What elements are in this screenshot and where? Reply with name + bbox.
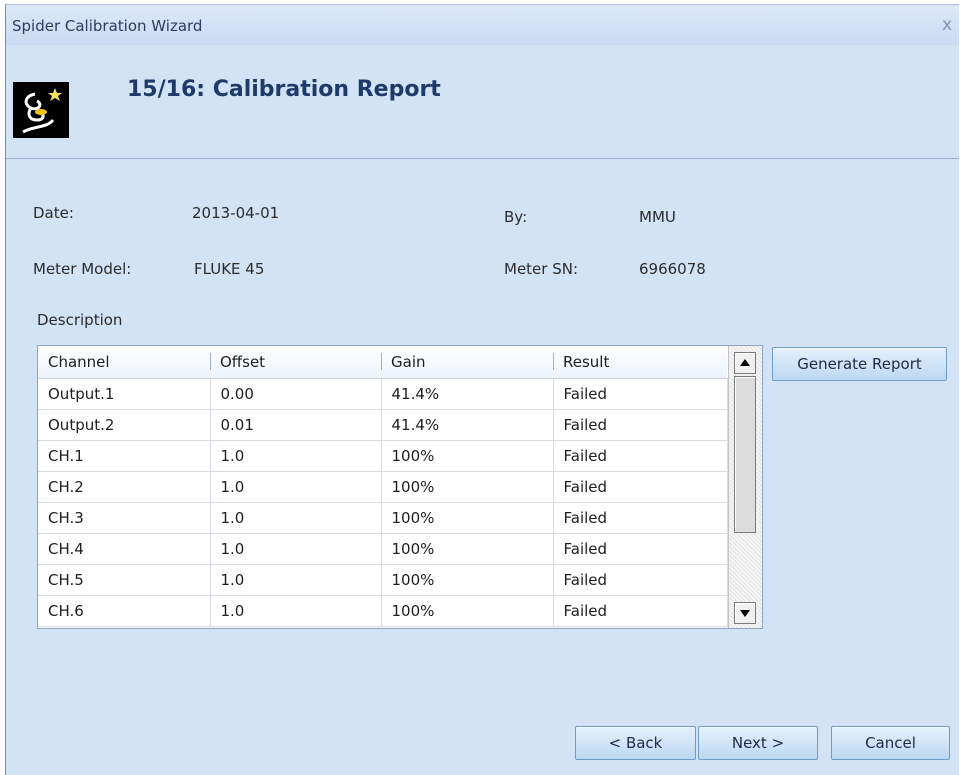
window-title: Spider Calibration Wizard [12,17,203,35]
result-cell: Failed [553,502,728,534]
calibration-results-table[interactable]: Channel Offset Gain Result Output.1 0.00… [37,345,763,629]
channel-cell: CH.2 [38,471,211,503]
arrow-down-icon [740,610,750,617]
by-label: By: [504,208,528,226]
title-bar[interactable]: Spider Calibration Wizard x [6,5,959,45]
table-row[interactable]: Output.1 0.00 41.4% Failed [38,378,728,410]
gain-cell: 41.4% [381,378,554,410]
offset-cell: 0.01 [210,409,382,441]
scrollbar-thumb[interactable] [734,376,756,533]
channel-cell: CH.6 [38,595,211,627]
next-button[interactable]: Next > [698,726,818,760]
cancel-button[interactable]: Cancel [831,726,950,760]
wizard-header: 15/16: Calibration Report [6,45,959,159]
date-label: Date: [33,204,74,222]
table-row[interactable]: CH.6 1.0 100% Failed [38,595,728,627]
result-cell: Failed [553,409,728,441]
gain-cell: 41.4% [381,409,554,441]
channel-cell: CH.5 [38,564,211,596]
table-row[interactable]: CH.4 1.0 100% Failed [38,533,728,565]
result-cell: Failed [553,440,728,472]
result-cell: Failed [553,533,728,565]
channel-cell: Output.1 [38,378,211,410]
gain-cell: 100% [381,564,554,596]
gain-cell: 100% [381,440,554,472]
wizard-logo-icon [13,82,69,138]
offset-cell: 1.0 [210,471,382,503]
offset-cell: 1.0 [210,533,382,565]
table-row[interactable]: CH.3 1.0 100% Failed [38,502,728,534]
column-header-channel[interactable]: Channel [38,346,210,379]
meter-model-value: FLUKE 45 [194,260,265,278]
column-header-result[interactable]: Result [553,346,727,379]
gain-cell: 100% [381,533,554,565]
back-button[interactable]: < Back [575,726,696,760]
date-value: 2013-04-01 [192,204,280,222]
meter-sn-label: Meter SN: [504,260,579,278]
close-icon[interactable]: x [937,14,957,36]
column-header-gain[interactable]: Gain [381,346,553,379]
table-header-row: Channel Offset Gain Result [38,346,727,379]
generate-report-button[interactable]: Generate Report [772,347,947,381]
meter-model-label: Meter Model: [33,260,132,278]
offset-cell: 1.0 [210,440,382,472]
gain-cell: 100% [381,595,554,627]
arrow-up-icon [740,359,750,366]
table-vertical-scrollbar[interactable] [728,346,762,628]
result-cell: Failed [553,378,728,410]
offset-cell: 1.0 [210,595,382,627]
offset-cell: 1.0 [210,502,382,534]
meter-sn-value: 6966078 [639,260,706,278]
scroll-up-button[interactable] [734,352,756,374]
channel-cell: Output.2 [38,409,211,441]
result-cell: Failed [553,564,728,596]
scroll-down-button[interactable] [734,602,756,624]
description-label: Description [37,311,123,329]
page-title: 15/16: Calibration Report [127,77,441,102]
wizard-window: Spider Calibration Wizard x 15/16: Calib… [5,4,959,775]
by-value: MMU [639,208,676,226]
table-row[interactable]: CH.2 1.0 100% Failed [38,471,728,503]
table-row[interactable]: Output.2 0.01 41.4% Failed [38,409,728,441]
column-header-offset[interactable]: Offset [210,346,381,379]
channel-cell: CH.1 [38,440,211,472]
table-row[interactable]: CH.5 1.0 100% Failed [38,564,728,596]
result-cell: Failed [553,471,728,503]
gain-cell: 100% [381,471,554,503]
offset-cell: 0.00 [210,378,382,410]
table-row[interactable]: CH.1 1.0 100% Failed [38,440,728,472]
channel-cell: CH.4 [38,533,211,565]
result-cell: Failed [553,595,728,627]
channel-cell: CH.3 [38,502,211,534]
offset-cell: 1.0 [210,564,382,596]
gain-cell: 100% [381,502,554,534]
